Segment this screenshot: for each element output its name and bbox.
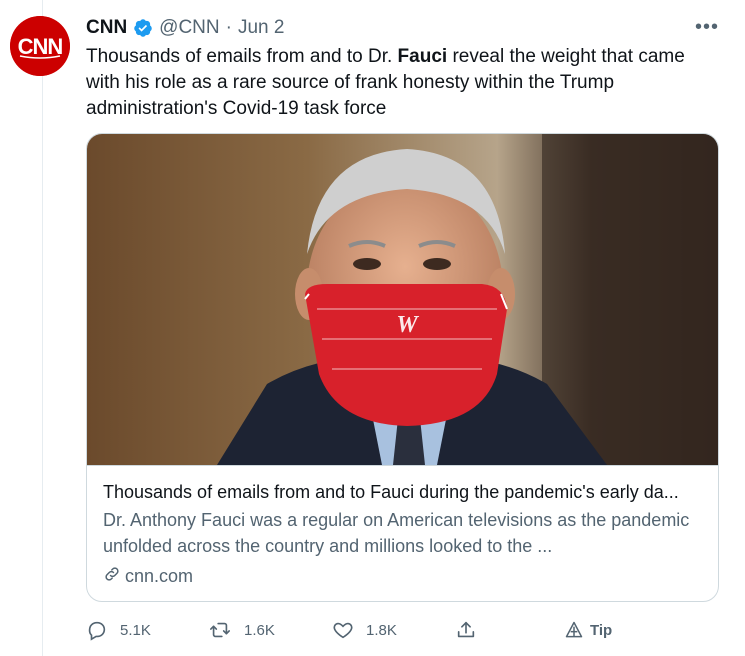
retweet-icon <box>208 619 232 641</box>
more-options-icon[interactable]: ••• <box>693 14 721 40</box>
avatar[interactable]: CNN <box>10 16 70 76</box>
tweet-header: CNN @CNN · Jun 2 <box>86 16 719 40</box>
reply-icon <box>86 619 108 641</box>
link-icon <box>103 565 121 588</box>
share-button[interactable] <box>455 614 477 646</box>
heart-icon <box>332 619 354 641</box>
tweet-text: Thousands of emails from and to Dr. Fauc… <box>86 44 722 122</box>
reply-button[interactable]: 5.1K <box>86 614 151 646</box>
reply-count: 5.1K <box>120 621 151 639</box>
tweet-text-bold: Fauci <box>397 46 448 67</box>
like-button[interactable]: 1.8K <box>332 614 397 646</box>
share-icon <box>455 619 477 641</box>
tip-label: Tip <box>590 621 613 639</box>
link-card[interactable]: W Thousands of emails from and to Fauci … <box>86 133 719 602</box>
card-title[interactable]: Thousands of emails from and to Fauci du… <box>103 480 703 504</box>
tweet-date[interactable]: Jun 2 <box>238 17 284 39</box>
tip-button[interactable]: Tip <box>564 614 612 646</box>
like-count: 1.8K <box>366 621 397 639</box>
card-body[interactable]: Thousands of emails from and to Fauci du… <box>87 465 718 601</box>
retweet-button[interactable]: 1.6K <box>208 614 275 646</box>
tip-icon <box>564 620 584 640</box>
verified-badge-icon <box>133 18 153 38</box>
author-handle[interactable]: @CNN <box>159 17 219 39</box>
card-domain[interactable]: cnn.com <box>103 564 193 588</box>
photo-illustration: W <box>87 134 718 465</box>
card-image[interactable]: W <box>87 134 718 465</box>
separator-dot: · <box>225 17 232 38</box>
svg-text:CNN: CNN <box>18 34 63 59</box>
card-description: Dr. Anthony Fauci was a regular on Ameri… <box>103 510 690 556</box>
retweet-count: 1.6K <box>244 621 275 639</box>
thread-line <box>42 0 43 656</box>
author-name[interactable]: CNN <box>86 17 127 39</box>
cnn-logo-icon: CNN <box>10 16 70 76</box>
tweet-actions: 5.1K 1.6K 1.8K Tip <box>86 614 646 646</box>
tweet-text-part1: Thousands of emails from and to Dr. <box>86 46 398 67</box>
card-domain-label: cnn.com <box>125 565 194 586</box>
svg-text:W: W <box>396 312 419 338</box>
